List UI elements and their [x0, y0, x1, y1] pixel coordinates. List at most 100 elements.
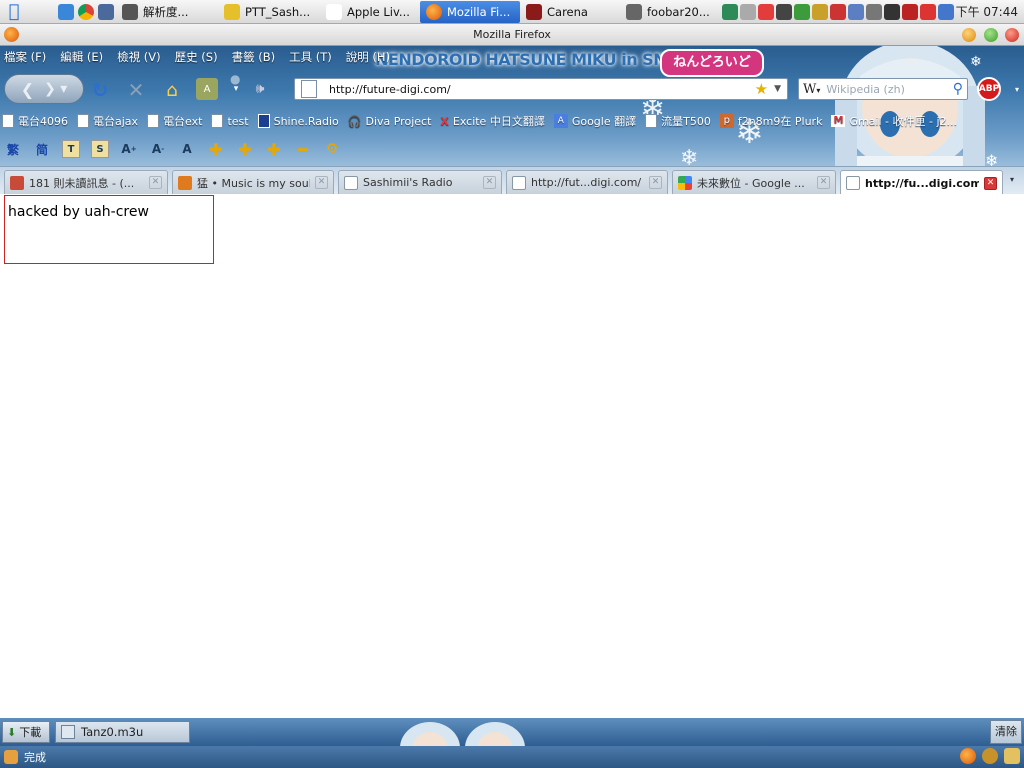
bookmark-item[interactable]: 流量T500 [645, 112, 711, 130]
chrome-icon[interactable] [78, 3, 94, 20]
close-tab-icon[interactable]: ✕ [817, 176, 830, 189]
t-icon[interactable]: T [62, 140, 80, 158]
url-text[interactable]: http://future-digi.com/ [323, 83, 755, 96]
back-button[interactable]: ❮ [21, 80, 34, 99]
show-desktop-icon[interactable] [98, 3, 114, 20]
notepad-icon[interactable] [722, 4, 738, 20]
bookmark-item[interactable]: test [211, 112, 249, 130]
qq-icon[interactable] [776, 4, 792, 20]
menu-edit[interactable]: 編輯 (E) [60, 49, 103, 65]
search-box[interactable]: W▾ Wikipedia (zh) ⚲ [798, 78, 968, 100]
battery-icon[interactable] [884, 4, 900, 20]
zoom-in-text-icon[interactable]: ✚ [236, 140, 254, 159]
zoom-out-icon[interactable]: ━ [294, 140, 312, 159]
task-label: PTT_Sash... [245, 4, 311, 19]
task-carena[interactable]: Carena [520, 1, 620, 23]
task-apple-live[interactable]: Apple Liv... [320, 1, 420, 23]
adblock-button[interactable]: ABP [977, 77, 1001, 101]
tab-google[interactable]: 未來數位 - Google ... ✕ [672, 170, 836, 194]
s-icon[interactable]: S [91, 140, 109, 158]
firefox-icon[interactable] [4, 27, 19, 42]
close-tab-icon[interactable]: ✕ [984, 176, 997, 190]
task-resolution[interactable]: 解析度... [116, 1, 218, 23]
traditional-chinese-button[interactable]: 繁 [4, 140, 22, 158]
users-icon[interactable] [848, 4, 864, 20]
menu-bookmarks[interactable]: 書籤 (B) [232, 49, 276, 65]
zoom-in-icon[interactable]: ✚ [207, 140, 225, 159]
download-item[interactable]: Tanz0.m3u [55, 721, 190, 743]
url-bar[interactable]: http://future-digi.com/ ★ ▼ [294, 78, 788, 100]
apple-menu-icon[interactable]:  [0, 0, 28, 24]
tab-list-icon[interactable]: ▾ [1010, 175, 1014, 184]
font-decrease-icon[interactable]: A- [149, 140, 167, 158]
simplified-chinese-button[interactable]: 简 [33, 140, 51, 158]
menu-tools[interactable]: 工具 (T) [289, 49, 332, 65]
zoom-settings-icon[interactable]: ⚙ [323, 140, 341, 158]
bookmark-item[interactable]: A Google 翻譯 [553, 112, 636, 130]
bookmark-item[interactable]: p f2n8m9在 Plurk [719, 112, 822, 130]
search-icon[interactable]: ⚲ [953, 81, 967, 97]
menu-help[interactable]: 說明 (H) [346, 49, 390, 65]
bookmark-item[interactable]: 🎧 Diva Project [348, 112, 432, 130]
task-ptt[interactable]: PTT_Sash... [218, 1, 320, 23]
bookmark-star-icon[interactable]: ★ [755, 80, 774, 98]
url-dropdown-icon[interactable]: ▼ [774, 84, 787, 94]
tab-future-digi-active[interactable]: http://fu...digi.com/ ✕ [840, 170, 1003, 194]
tab-plurk[interactable]: 181 則未讀訊息 - (... ✕ [4, 170, 168, 194]
volume-icon[interactable] [866, 4, 882, 20]
tab-sashimii-radio[interactable]: Sashimii's Radio ✕ [338, 170, 502, 194]
bookmark-item[interactable]: 電台4096 [2, 112, 68, 130]
font-increase-icon[interactable]: A + [120, 140, 138, 158]
firefox-status-icon[interactable] [960, 748, 976, 764]
speaker-icon[interactable] [902, 4, 918, 20]
bookmark-item[interactable]: Shine.Radio [257, 112, 339, 130]
font-reset-icon[interactable]: A [178, 140, 196, 158]
task-foobar[interactable]: foobar20... [620, 1, 716, 23]
reload-icon[interactable]: ↻ [88, 78, 112, 102]
abp-dropdown-icon[interactable]: ▾ [1012, 82, 1022, 96]
downloads-button[interactable]: ⬇ 下載 [2, 721, 50, 743]
search-input[interactable]: Wikipedia (zh) [820, 83, 952, 96]
ie-icon[interactable] [58, 3, 74, 20]
bookmark-item[interactable]: X Excite 中日文翻譯 [440, 112, 544, 130]
back-forward-group: ❮ ❯ ▾ [4, 74, 84, 104]
stop-icon[interactable]: ✕ [124, 78, 148, 102]
addon-status-icon[interactable] [1004, 748, 1020, 764]
chart-icon [257, 114, 270, 128]
clear-downloads-button[interactable]: 清除 [990, 720, 1022, 744]
shield-icon[interactable] [794, 4, 810, 20]
arrow-icon[interactable] [938, 4, 954, 20]
bookmark-item[interactable]: M Gmail - 收件匣 - j2... [831, 112, 957, 130]
task-firefox[interactable]: Mozilla Fi... [420, 0, 520, 23]
menu-file[interactable]: 檔案 (F) [4, 49, 46, 65]
filezilla-icon[interactable] [830, 4, 846, 20]
tab-blogger[interactable]: 猛 • Music is my soul. ✕ [172, 170, 334, 194]
close-tab-icon[interactable]: ✕ [315, 176, 328, 189]
lock-icon [122, 3, 138, 20]
close-tab-icon[interactable]: ✕ [483, 176, 496, 189]
close-button[interactable] [1005, 28, 1019, 42]
chat-icon[interactable] [758, 4, 774, 20]
menu-view[interactable]: 檢視 (V) [117, 49, 161, 65]
zoom-in-page-icon[interactable]: ✚ [265, 140, 283, 159]
wikipedia-icon[interactable]: W▾ [799, 82, 820, 97]
close-tab-icon[interactable]: ✕ [649, 176, 662, 189]
minimize-button[interactable] [962, 28, 976, 42]
menu-history[interactable]: 歷史 (S) [175, 49, 218, 65]
plus-icon[interactable] [740, 4, 756, 20]
close-tab-icon[interactable]: ✕ [149, 176, 162, 189]
tab-future-digi-1[interactable]: http://fut...digi.com/ ✕ [506, 170, 668, 194]
task-label: foobar20... [647, 4, 710, 19]
translate-icon[interactable]: A [196, 78, 218, 100]
maximize-button[interactable] [984, 28, 998, 42]
forward-button[interactable]: ❯ ▾ [44, 81, 67, 97]
zotero-icon[interactable] [920, 4, 936, 20]
bookmark-item[interactable]: 電台ajax [77, 112, 138, 130]
home-icon[interactable]: ⌂ [160, 78, 184, 102]
page-icon [2, 114, 14, 128]
dropdown-icon[interactable]: ▾ [230, 82, 242, 96]
bookmark-item[interactable]: 電台ext [147, 112, 202, 130]
network-icon[interactable] [812, 4, 828, 20]
speaker-icon[interactable]: 🕪 [250, 79, 270, 99]
monkey-icon[interactable] [982, 748, 998, 764]
